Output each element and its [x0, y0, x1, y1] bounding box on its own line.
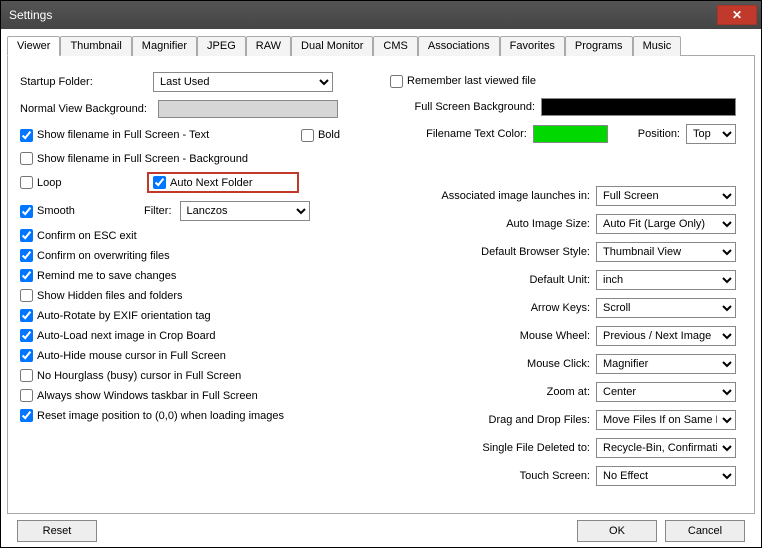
auto-load-crop-checkbox[interactable]	[20, 329, 33, 342]
tab-favorites[interactable]: Favorites	[500, 36, 565, 56]
left-column: Startup Folder: Last Used Normal View Ba…	[20, 72, 380, 505]
right-column: Remember last viewed file Full Screen Ba…	[390, 72, 742, 505]
tab-magnifier[interactable]: Magnifier	[132, 36, 197, 56]
show-filename-text-label: Show filename in Full Screen - Text	[37, 129, 209, 141]
tab-jpeg[interactable]: JPEG	[197, 36, 246, 56]
remember-last-label: Remember last viewed file	[407, 75, 536, 87]
show-filename-bg-label: Show filename in Full Screen - Backgroun…	[37, 153, 248, 165]
assoc-launch-select[interactable]: Full Screen	[596, 186, 736, 206]
normal-bg-label: Normal View Background:	[20, 103, 150, 115]
remind-save-checkbox[interactable]	[20, 269, 33, 282]
startup-folder-label: Startup Folder:	[20, 76, 145, 88]
zoom-at-label: Zoom at:	[390, 386, 590, 398]
loop-checkbox[interactable]	[20, 176, 33, 189]
tabpanel-viewer: Startup Folder: Last Used Normal View Ba…	[7, 56, 755, 514]
auto-hide-cursor-checkbox[interactable]	[20, 349, 33, 362]
auto-rotate-label: Auto-Rotate by EXIF orientation tag	[37, 310, 211, 322]
auto-image-size-label: Auto Image Size:	[390, 218, 590, 230]
filter-label: Filter:	[144, 205, 172, 217]
bold-checkbox[interactable]	[301, 129, 314, 142]
mouse-click-select[interactable]: Magnifier	[596, 354, 736, 374]
assoc-launch-label: Associated image launches in:	[390, 190, 590, 202]
mouse-wheel-label: Mouse Wheel:	[390, 330, 590, 342]
always-taskbar-label: Always show Windows taskbar in Full Scre…	[37, 390, 258, 402]
fn-text-color-label: Filename Text Color:	[390, 128, 527, 140]
touch-screen-label: Touch Screen:	[390, 470, 590, 482]
startup-folder-select[interactable]: Last Used	[153, 72, 333, 92]
ok-button[interactable]: OK	[577, 520, 657, 542]
confirm-overwrite-label: Confirm on overwriting files	[37, 250, 170, 262]
zoom-at-select[interactable]: Center	[596, 382, 736, 402]
normal-bg-swatch[interactable]	[158, 100, 338, 118]
mouse-wheel-select[interactable]: Previous / Next Image	[596, 326, 736, 346]
auto-next-folder-label: Auto Next Folder	[170, 177, 293, 189]
always-taskbar-checkbox[interactable]	[20, 389, 33, 402]
tab-programs[interactable]: Programs	[565, 36, 633, 56]
arrow-keys-select[interactable]: Scroll	[596, 298, 736, 318]
window-title: Settings	[9, 8, 717, 22]
filter-select[interactable]: Lanczos	[180, 201, 310, 221]
smooth-checkbox[interactable]	[20, 205, 33, 218]
cancel-button[interactable]: Cancel	[665, 520, 745, 542]
confirm-overwrite-checkbox[interactable]	[20, 249, 33, 262]
no-hourglass-checkbox[interactable]	[20, 369, 33, 382]
show-hidden-label: Show Hidden files and folders	[37, 290, 183, 302]
confirm-esc-label: Confirm on ESC exit	[37, 230, 137, 242]
dialog-buttons: Reset OK Cancel	[7, 514, 755, 550]
auto-next-folder-checkbox[interactable]	[153, 176, 166, 189]
remind-save-label: Remind me to save changes	[37, 270, 176, 282]
tab-strip: Viewer Thumbnail Magnifier JPEG RAW Dual…	[7, 35, 755, 56]
tab-dual-monitor[interactable]: Dual Monitor	[291, 36, 373, 56]
single-delete-select[interactable]: Recycle-Bin, Confirmation	[596, 438, 736, 458]
remember-last-checkbox[interactable]	[390, 75, 403, 88]
tab-associations[interactable]: Associations	[418, 36, 500, 56]
bold-label: Bold	[318, 129, 340, 141]
reset-pos-checkbox[interactable]	[20, 409, 33, 422]
tab-thumbnail[interactable]: Thumbnail	[60, 36, 131, 56]
drag-drop-label: Drag and Drop Files:	[390, 414, 590, 426]
show-filename-bg-checkbox[interactable]	[20, 152, 33, 165]
default-unit-select[interactable]: inch	[596, 270, 736, 290]
default-browser-label: Default Browser Style:	[390, 246, 590, 258]
show-filename-text-checkbox[interactable]	[20, 129, 33, 142]
mouse-click-label: Mouse Click:	[390, 358, 590, 370]
arrow-keys-label: Arrow Keys:	[390, 302, 590, 314]
default-browser-select[interactable]: Thumbnail View	[596, 242, 736, 262]
close-icon: ✕	[732, 8, 742, 22]
reset-pos-label: Reset image position to (0,0) when loadi…	[37, 410, 284, 422]
auto-load-crop-label: Auto-Load next image in Crop Board	[37, 330, 216, 342]
tab-music[interactable]: Music	[633, 36, 682, 56]
drag-drop-select[interactable]: Move Files If on Same Disk	[596, 410, 736, 430]
auto-rotate-checkbox[interactable]	[20, 309, 33, 322]
touch-screen-select[interactable]: No Effect	[596, 466, 736, 486]
tab-raw[interactable]: RAW	[246, 36, 291, 56]
loop-label: Loop	[37, 177, 127, 189]
titlebar: Settings ✕	[1, 1, 761, 29]
content-area: Viewer Thumbnail Magnifier JPEG RAW Dual…	[1, 29, 761, 550]
tab-viewer[interactable]: Viewer	[7, 36, 60, 56]
show-hidden-checkbox[interactable]	[20, 289, 33, 302]
default-unit-label: Default Unit:	[390, 274, 590, 286]
fn-text-color-swatch[interactable]	[533, 125, 608, 143]
reset-button[interactable]: Reset	[17, 520, 97, 542]
fs-bg-swatch[interactable]	[541, 98, 736, 116]
auto-hide-cursor-label: Auto-Hide mouse cursor in Full Screen	[37, 350, 226, 362]
single-delete-label: Single File Deleted to:	[390, 442, 590, 454]
position-select[interactable]: Top	[686, 124, 736, 144]
smooth-label: Smooth	[37, 205, 132, 217]
position-label: Position:	[638, 128, 680, 140]
confirm-esc-checkbox[interactable]	[20, 229, 33, 242]
auto-next-folder-highlight: Auto Next Folder	[147, 172, 299, 193]
close-button[interactable]: ✕	[717, 5, 757, 25]
auto-image-size-select[interactable]: Auto Fit (Large Only)	[596, 214, 736, 234]
no-hourglass-label: No Hourglass (busy) cursor in Full Scree…	[37, 370, 241, 382]
fs-bg-label: Full Screen Background:	[390, 101, 535, 113]
tab-cms[interactable]: CMS	[373, 36, 417, 56]
